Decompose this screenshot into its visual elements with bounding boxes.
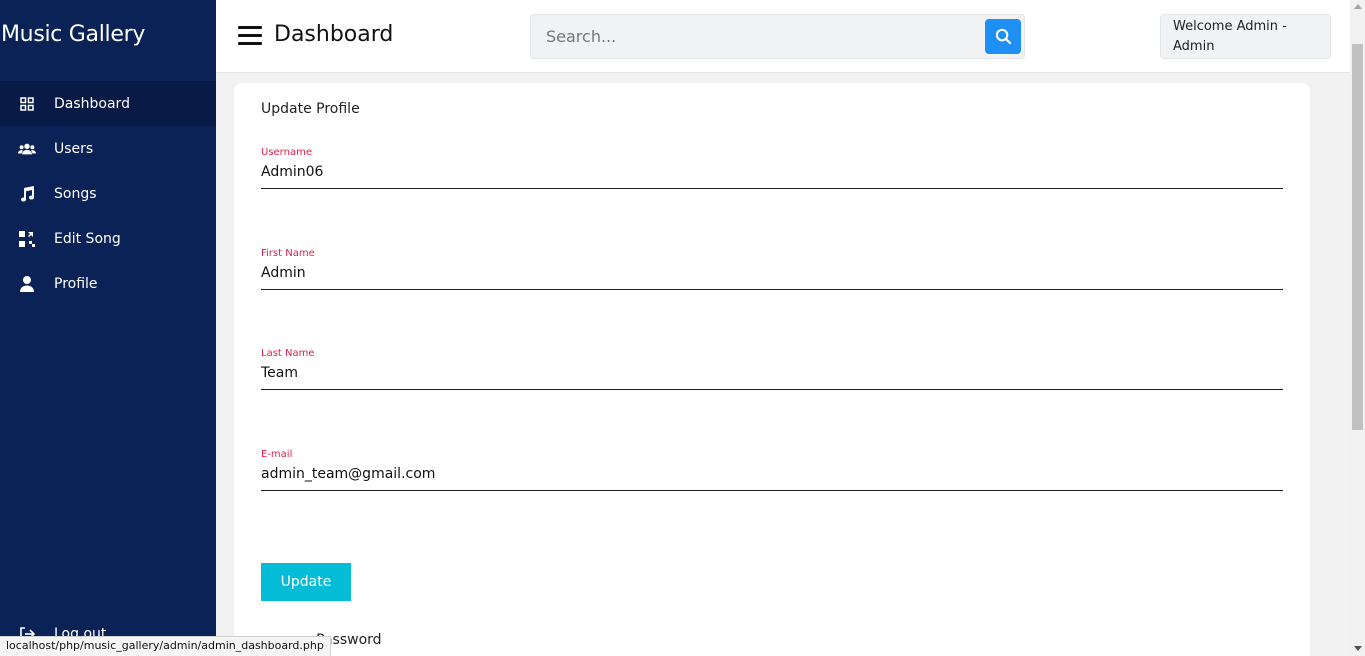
username-label: Username xyxy=(261,147,312,158)
sidebar-item-label: Edit Song xyxy=(54,230,121,247)
email-input[interactable] xyxy=(261,463,1283,485)
last-name-label: Last Name xyxy=(261,348,315,359)
sidebar-item-label: Dashboard xyxy=(54,95,130,112)
hamburger-menu-icon[interactable] xyxy=(238,26,262,46)
sidebar-item-edit-song[interactable]: Edit Song xyxy=(0,216,216,261)
user-icon xyxy=(18,275,36,293)
username-input[interactable] xyxy=(261,161,1283,183)
card-title: Update Profile xyxy=(261,101,360,117)
sidebar-item-label: Songs xyxy=(54,185,97,202)
scroll-up-arrow-icon[interactable] xyxy=(1354,4,1362,9)
sidebar-item-profile[interactable]: Profile xyxy=(0,261,216,306)
edit-grid-icon xyxy=(18,230,36,248)
browser-status-url: localhost/php/music_gallery/admin/admin_… xyxy=(0,636,331,656)
sidebar-item-songs[interactable]: Songs xyxy=(0,171,216,216)
username-field-group: Username xyxy=(261,147,1283,189)
music-note-icon xyxy=(18,185,36,203)
sidebar-item-label: Profile xyxy=(54,275,98,292)
sidebar-item-dashboard[interactable]: Dashboard xyxy=(0,81,216,126)
sidebar-nav: Dashboard Users Songs Edit Song Profile xyxy=(0,81,216,306)
search-button[interactable] xyxy=(985,19,1021,54)
sidebar: Music Gallery Dashboard Users Songs Edit… xyxy=(0,0,216,656)
profile-card: Update Profile Username First Name Last … xyxy=(234,83,1310,656)
page-scrollbar[interactable] xyxy=(1350,0,1365,656)
first-name-field-group: First Name xyxy=(261,248,1283,290)
sidebar-item-label: Users xyxy=(54,140,94,157)
email-label: E-mail xyxy=(261,449,293,460)
search-icon xyxy=(995,28,1011,45)
top-bar: Dashboard Welcome Admin - Admin xyxy=(216,0,1350,73)
users-icon xyxy=(18,140,36,158)
scroll-down-arrow-icon[interactable] xyxy=(1354,646,1362,651)
search-box xyxy=(530,14,1025,59)
grid-icon xyxy=(18,95,36,113)
email-field-group: E-mail xyxy=(261,449,1283,491)
last-name-field-group: Last Name xyxy=(261,348,1283,390)
welcome-user-badge[interactable]: Welcome Admin - Admin xyxy=(1160,14,1331,59)
scrollbar-thumb[interactable] xyxy=(1352,44,1363,430)
first-name-label: First Name xyxy=(261,248,315,259)
page-title: Dashboard xyxy=(274,22,394,47)
last-name-input[interactable] xyxy=(261,362,1283,384)
sidebar-item-users[interactable]: Users xyxy=(0,126,216,171)
first-name-input[interactable] xyxy=(261,262,1283,284)
brand-title: Music Gallery xyxy=(1,22,146,47)
update-button[interactable]: Update xyxy=(261,563,351,601)
search-input[interactable] xyxy=(531,15,981,58)
